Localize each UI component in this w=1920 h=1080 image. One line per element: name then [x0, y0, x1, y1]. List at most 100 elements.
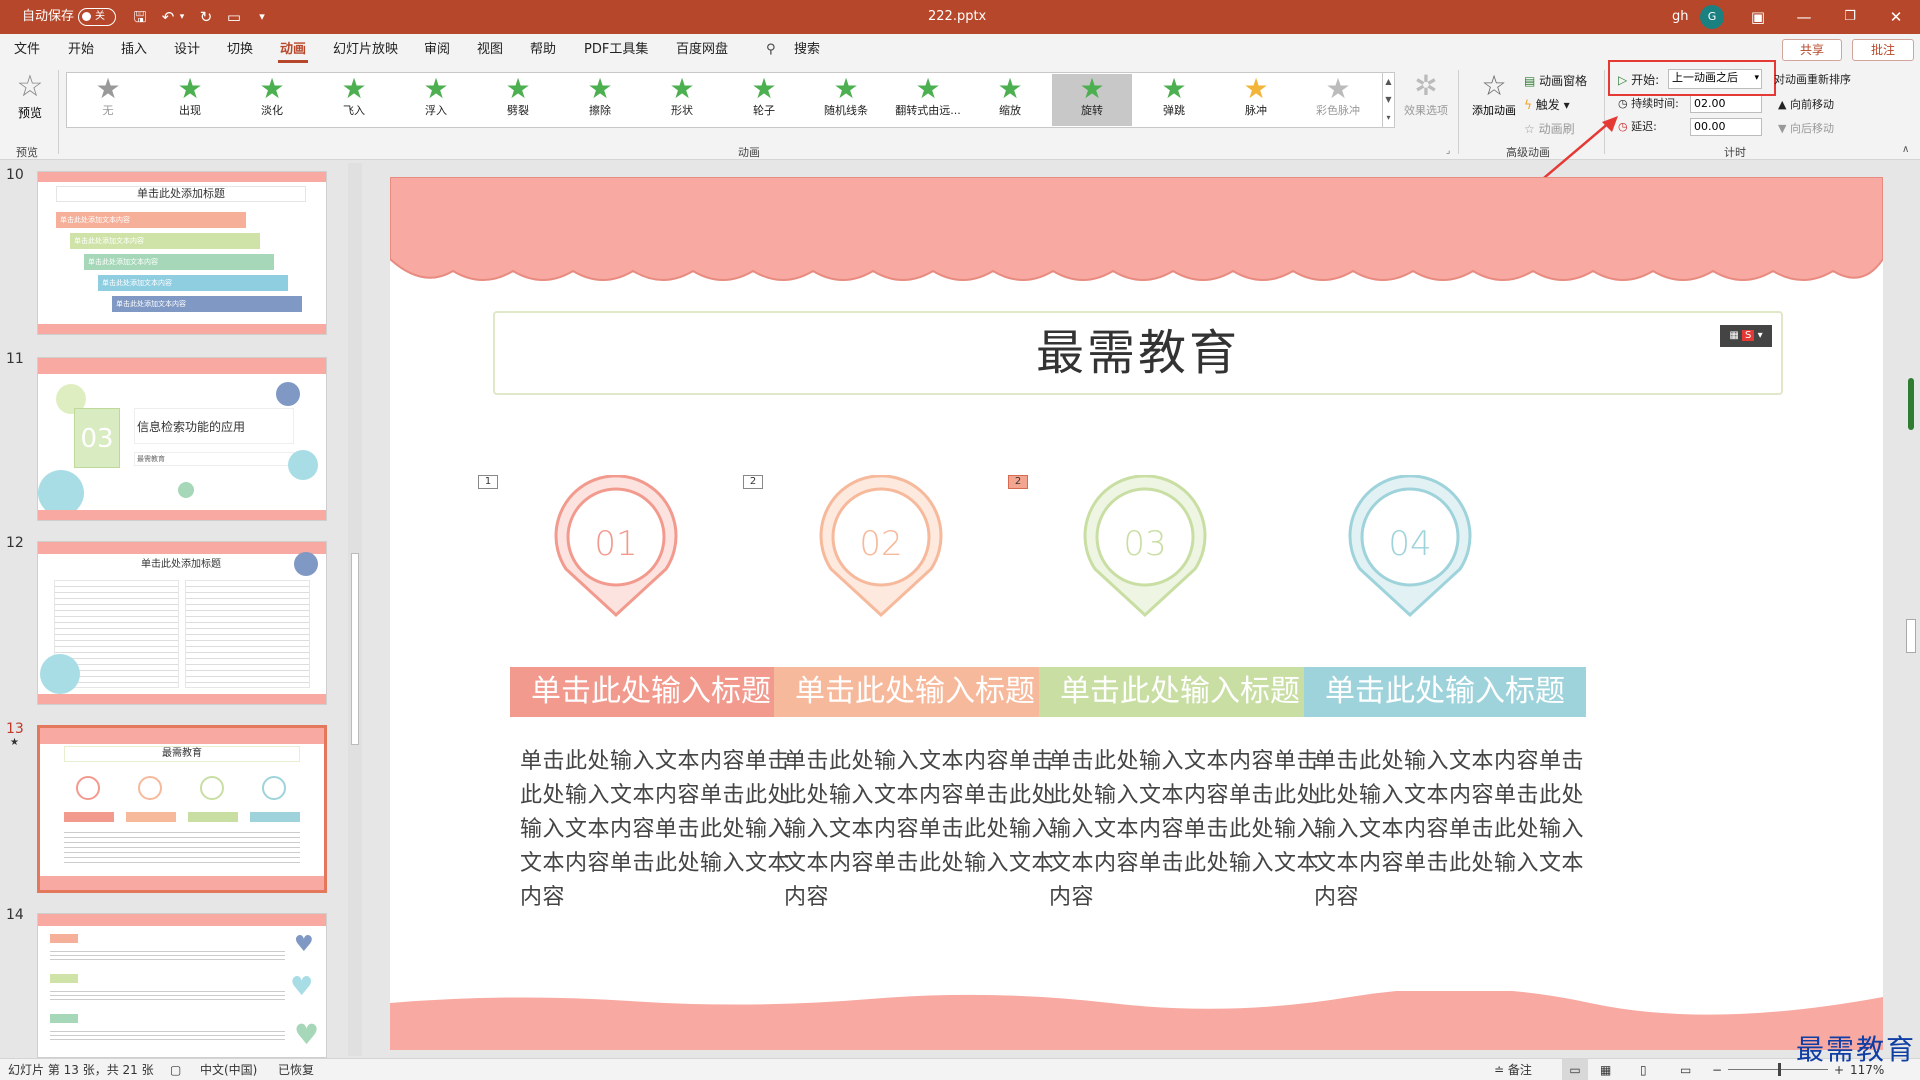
save-icon[interactable]: 🖫 [126, 0, 154, 34]
heart-icon: ♥ [290, 972, 314, 1002]
anim-shape[interactable]: ★ 形状 [642, 74, 722, 126]
slide-thumbnail-11[interactable]: 03 信息检索功能的应用 最需教育 [37, 357, 327, 521]
effect-options-icon: ✲ [1414, 69, 1438, 102]
animation-order-badge[interactable]: 2 [1008, 475, 1028, 489]
anim-split[interactable]: ★ 劈裂 [478, 74, 558, 126]
minimize-icon[interactable]: — [1790, 0, 1818, 34]
watermark-logo: 最需教育 [1796, 1033, 1917, 1066]
slide-scrollbar[interactable] [1902, 161, 1920, 1058]
pin-number: 02 [859, 524, 903, 564]
delay-input[interactable]: 00.00 [1690, 118, 1762, 136]
present-icon[interactable]: ▭ [220, 0, 248, 34]
avatar[interactable]: G [1700, 5, 1724, 29]
tab-transitions[interactable]: 切换 [227, 34, 253, 66]
undo-dropdown-icon[interactable]: ▾ [174, 0, 190, 34]
comments-button[interactable]: 批注 [1852, 39, 1914, 61]
slide-thumbnail-10[interactable]: 单击此处添加标题 单击此处添加文本内容 单击此处添加文本内容 单击此处添加文本内… [37, 171, 327, 335]
animation-order-badge[interactable]: 1 [478, 475, 498, 489]
dialog-launcher-icon[interactable]: ⌟ [1446, 146, 1450, 156]
move-later-button[interactable]: ▼ 向后移动 [1778, 120, 1834, 136]
slide-sorter-icon[interactable]: ▦ [1600, 1059, 1611, 1080]
animation-pane-button[interactable]: ▤ 动画窗格 [1524, 72, 1587, 89]
search-icon[interactable]: ⚲ [766, 34, 776, 66]
preview-button[interactable]: ☆ 预览 [8, 70, 52, 130]
close-icon[interactable]: ✕ [1882, 0, 1910, 34]
column-body-text[interactable]: 单击此处输入文本内容单击此处输入文本内容单击此处输入文本内容单击此处输入文本内容… [784, 745, 1054, 915]
duration-input[interactable]: 02.00 [1690, 95, 1762, 113]
redo-icon[interactable]: ↻ [192, 0, 220, 34]
move-earlier-button[interactable]: ▲ 向前移动 [1778, 96, 1834, 112]
ribbon-display-icon[interactable]: ▣ [1744, 0, 1772, 34]
ime-toolbar[interactable]: ▦ S ▾ [1720, 325, 1772, 347]
bottom-wavy-border [390, 991, 1883, 1050]
slide-thumbnail-14[interactable]: ♥ ♥ ♥ [37, 913, 327, 1058]
tab-design[interactable]: 设计 [174, 34, 200, 66]
anim-spin[interactable]: ★ 旋转 [1052, 74, 1132, 126]
column-header[interactable]: 单击此处输入标题 [510, 667, 792, 717]
star-icon: ★ [341, 72, 367, 105]
tab-help[interactable]: 帮助 [530, 34, 556, 66]
notes-button[interactable]: ≐ 备注 [1494, 1059, 1532, 1080]
reading-view-icon[interactable]: ▯ [1640, 1059, 1647, 1080]
anim-wheel[interactable]: ★ 轮子 [724, 74, 804, 126]
spellcheck-icon[interactable]: ▢ [170, 1059, 181, 1080]
zoom-slider-thumb[interactable] [1778, 1063, 1781, 1076]
star-icon: ★ [423, 72, 449, 105]
anim-random-bars[interactable]: ★ 随机线条 [806, 74, 886, 126]
collapse-ribbon-icon[interactable]: ∧ [1902, 144, 1909, 155]
column-header[interactable]: 单击此处输入标题 [1304, 667, 1586, 717]
title-placeholder[interactable]: 最需教育 [493, 311, 1783, 395]
tab-insert[interactable]: 插入 [121, 34, 147, 66]
thumbnails-scrollbar[interactable] [348, 163, 362, 1056]
anim-appear[interactable]: ★ 出现 [150, 74, 230, 126]
zoom-out-icon[interactable]: − [1712, 1059, 1722, 1080]
search-label[interactable]: 搜索 [794, 34, 820, 66]
star-icon: ★ [1325, 72, 1351, 105]
tab-pdf-tools[interactable]: PDF工具集 [584, 34, 648, 66]
anim-color-pulse[interactable]: ★ 彩色脉冲 [1298, 74, 1378, 126]
column-body-text[interactable]: 单击此处输入文本内容单击此处输入文本内容单击此处输入文本内容单击此处输入文本内容… [520, 745, 790, 915]
clock-icon: ◷ [1618, 97, 1628, 110]
effect-options-button[interactable]: ✲ 效果选项 [1400, 70, 1452, 130]
gallery-scroll[interactable]: ▲ ▼ ▾ [1382, 72, 1395, 128]
column-header[interactable]: 单击此处输入标题 [1039, 667, 1321, 717]
green-marker [1908, 378, 1914, 430]
column-body-text[interactable]: 单击此处输入文本内容单击此处输入文本内容单击此处输入文本内容单击此处输入文本内容… [1314, 745, 1584, 915]
anim-float-in[interactable]: ★ 浮入 [396, 74, 476, 126]
star-icon: ★ [997, 72, 1023, 105]
autosave-toggle[interactable]: 关 [78, 8, 116, 26]
anim-fly-in[interactable]: ★ 飞入 [314, 74, 394, 126]
slide-canvas[interactable]: 最需教育 ▦ S ▾ 1 2 2 01 02 03 04 单击此处输入标题 单击… [390, 177, 1883, 1050]
slide-thumbnail-12[interactable]: 单击此处添加标题 [37, 541, 327, 705]
tab-slideshow[interactable]: 幻灯片放映 [333, 34, 398, 66]
user-name[interactable]: gh [1672, 0, 1689, 34]
share-button[interactable]: 共享 [1782, 39, 1842, 61]
animation-order-badge[interactable]: 2 [743, 475, 763, 489]
anim-zoom[interactable]: ★ 缩放 [970, 74, 1050, 126]
normal-view-icon[interactable]: ▭ [1562, 1059, 1588, 1080]
customize-toolbar-icon[interactable]: ▾ [248, 0, 276, 34]
duration-label: ◷ 持续时间: [1618, 97, 1679, 110]
tab-home[interactable]: 开始 [68, 34, 94, 66]
tab-review[interactable]: 审阅 [424, 34, 450, 66]
anim-bounce[interactable]: ★ 弹跳 [1134, 74, 1214, 126]
tab-file[interactable]: 文件 [14, 34, 40, 66]
column-header[interactable]: 单击此处输入标题 [774, 667, 1056, 717]
anim-wipe[interactable]: ★ 擦除 [560, 74, 640, 126]
share-label: 共享 [1799, 43, 1824, 57]
anim-fade[interactable]: ★ 淡化 [232, 74, 312, 126]
pin-number: 04 [1388, 524, 1432, 564]
restore-icon[interactable]: ❐ [1836, 0, 1864, 34]
tab-view[interactable]: 视图 [477, 34, 503, 66]
language-indicator[interactable]: 中文(中国) [200, 1059, 257, 1080]
slideshow-icon[interactable]: ▭ [1680, 1059, 1691, 1080]
anim-grow-turn[interactable]: ★ 翻转式由远... [888, 74, 968, 126]
tab-animations[interactable]: 动画 [277, 34, 309, 66]
anim-pulse[interactable]: ★ 脉冲 [1216, 74, 1296, 126]
slide-title[interactable]: 最需教育 [495, 313, 1781, 393]
slide-number: 10 [6, 167, 24, 183]
slide-thumbnail-13[interactable]: 最需教育 [37, 725, 327, 893]
anim-none[interactable]: ★ 无 [68, 74, 148, 126]
column-body-text[interactable]: 单击此处输入文本内容单击此处输入文本内容单击此处输入文本内容单击此处输入文本内容… [1049, 745, 1319, 915]
tab-baidu-netdisk[interactable]: 百度网盘 [676, 34, 728, 66]
